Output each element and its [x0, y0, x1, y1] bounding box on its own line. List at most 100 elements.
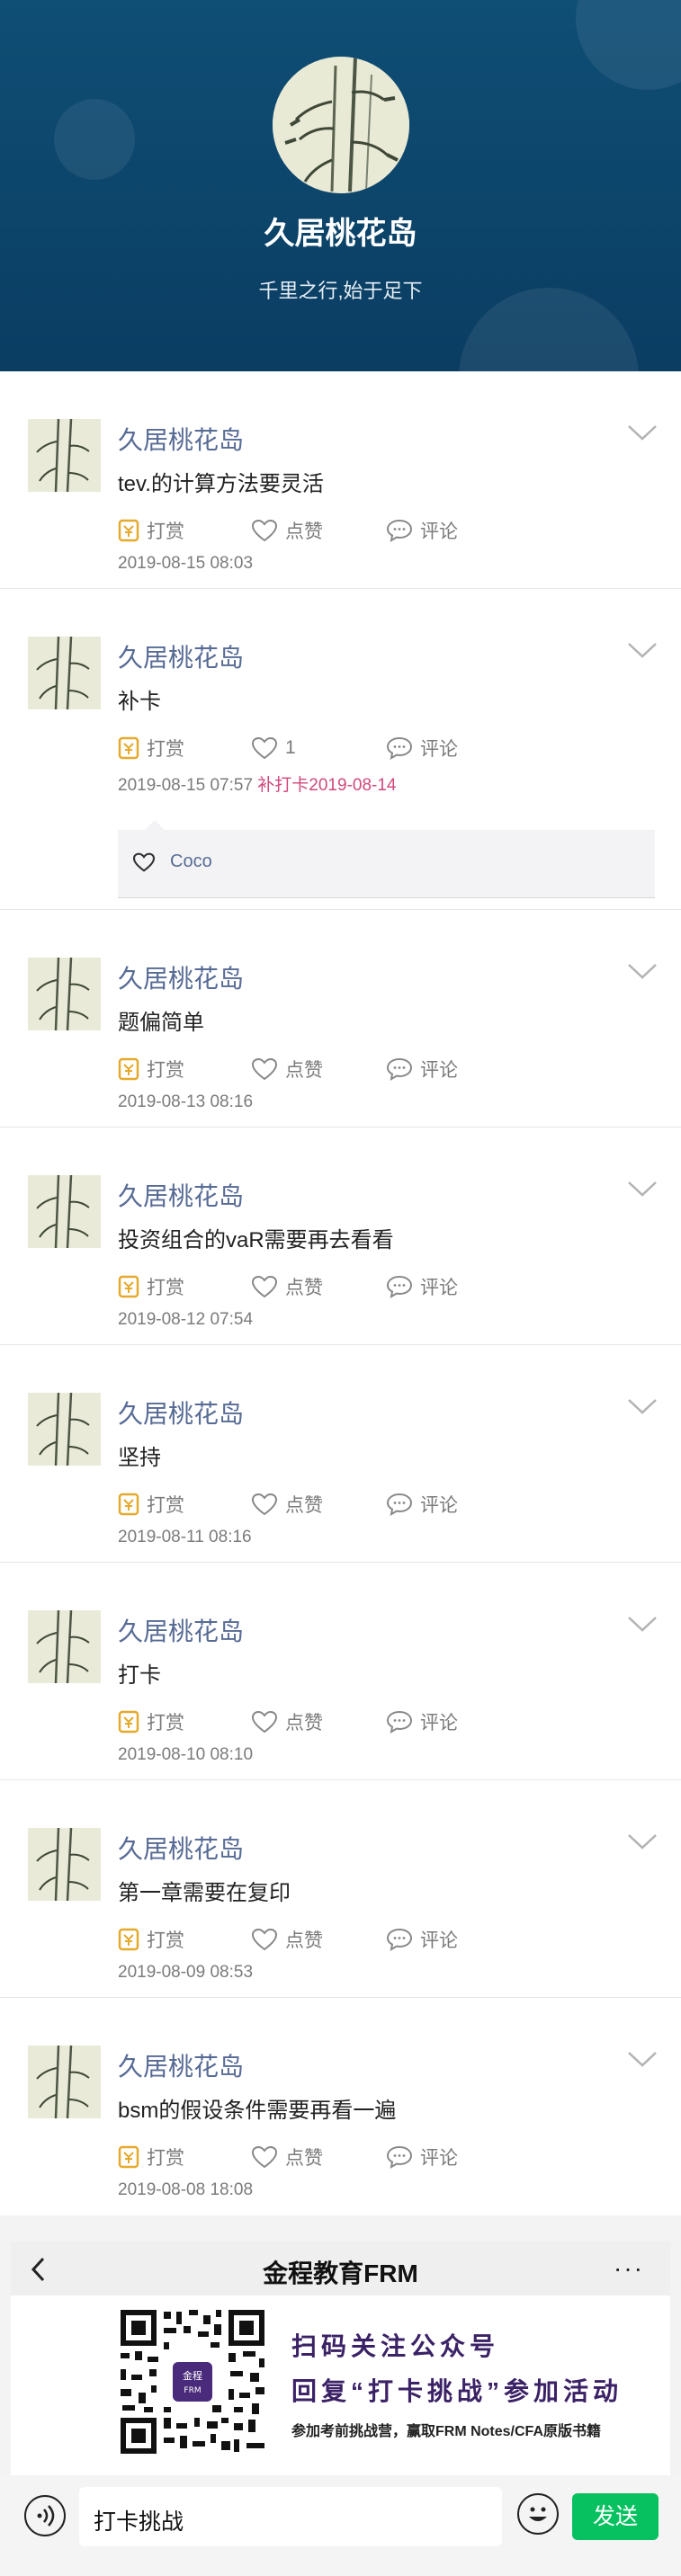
- promo-text: 扫码关注公众号 回复“打卡挑战”参加活动 参加考前挑战营，赢取FRM Notes…: [291, 2327, 669, 2440]
- post-time: 2019-08-11 08:16: [118, 1528, 252, 1547]
- message-input[interactable]: 打卡挑战: [79, 2487, 502, 2546]
- post-time: 2019-08-15 07:57 补打卡2019-08-14: [118, 771, 397, 796]
- reward-button[interactable]: 打赏: [118, 2144, 184, 2170]
- like-button[interactable]: 点赞: [251, 1273, 323, 1300]
- reward-icon: [118, 1493, 139, 1516]
- chevron-down-icon[interactable]: [627, 962, 658, 980]
- post-author[interactable]: 久居桃花岛: [118, 638, 244, 674]
- post-actions: 打赏 点赞 评论: [118, 1056, 586, 1083]
- chevron-down-icon[interactable]: [627, 2050, 658, 2068]
- post-author[interactable]: 久居桃花岛: [118, 1612, 244, 1648]
- post-timestamp: 2019-08-10 08:10: [118, 1745, 254, 1764]
- comment-button[interactable]: 评论: [386, 1056, 458, 1083]
- comment-icon: [386, 1057, 413, 1081]
- post-author[interactable]: 久居桃花岛: [118, 1830, 244, 1866]
- post-actions: 打赏 点赞 评论: [118, 1273, 586, 1300]
- post-author[interactable]: 久居桃花岛: [118, 959, 244, 995]
- reward-button[interactable]: 打赏: [118, 1708, 184, 1735]
- reward-button[interactable]: 打赏: [118, 1056, 184, 1083]
- post-author[interactable]: 久居桃花岛: [118, 421, 244, 457]
- profile-header: 久居桃花岛 千里之行,始于足下: [0, 0, 681, 371]
- heart-icon: [251, 1493, 278, 1516]
- like-count: 1: [285, 737, 296, 758]
- post-actions: 打赏 点赞 评论: [118, 1491, 586, 1518]
- post-time: 2019-08-13 08:16: [118, 1092, 253, 1112]
- heart-icon: [251, 1275, 278, 1298]
- post-avatar[interactable]: [28, 637, 101, 709]
- post-time: 2019-08-09 08:53: [118, 1963, 253, 1983]
- reward-label: 打赏: [147, 1930, 184, 1951]
- like-button[interactable]: 点赞: [251, 1926, 323, 1953]
- emoji-icon[interactable]: [517, 2493, 559, 2535]
- reward-button[interactable]: 打赏: [118, 1273, 184, 1300]
- chevron-down-icon[interactable]: [627, 423, 658, 441]
- profile-motto: 千里之行,始于足下: [258, 280, 423, 302]
- like-label: 点赞: [285, 1495, 323, 1516]
- likes-panel: Coco: [118, 820, 655, 898]
- heart-icon: [251, 2145, 278, 2169]
- post-avatar[interactable]: [28, 958, 101, 1030]
- post-time: 2019-08-12 07:54: [118, 1310, 253, 1330]
- comment-button[interactable]: 评论: [386, 2144, 458, 2170]
- post-avatar[interactable]: [28, 1393, 101, 1466]
- svg-text:金程: 金程: [183, 2369, 202, 2382]
- like-button[interactable]: 点赞: [251, 1056, 323, 1083]
- like-label: 点赞: [285, 1278, 323, 1298]
- post-avatar[interactable]: [28, 1175, 101, 1248]
- reward-label: 打赏: [147, 521, 184, 542]
- mini-nav-bar: 金程教育FRM ···: [11, 2242, 670, 2295]
- profile-name: 久居桃花岛: [264, 217, 417, 251]
- comment-button[interactable]: 评论: [386, 1273, 458, 1300]
- post-avatar[interactable]: [28, 2046, 101, 2118]
- like-label: 点赞: [285, 1713, 323, 1734]
- comment-label: 评论: [420, 2148, 458, 2169]
- liker-name[interactable]: Coco: [170, 851, 212, 872]
- chevron-down-icon[interactable]: [627, 641, 658, 659]
- like-button[interactable]: 点赞: [251, 1491, 323, 1518]
- post-avatar[interactable]: [28, 1610, 101, 1683]
- profile-avatar[interactable]: [273, 57, 409, 193]
- qr-code: 金程 FRM: [117, 2306, 268, 2457]
- comment-button[interactable]: 评论: [386, 1491, 458, 1518]
- promo-line-3: 参加考前挑战营，赢取FRM Notes/CFA原版书籍: [291, 2424, 602, 2439]
- post-actions: 打赏 点赞 评论: [118, 517, 586, 544]
- liker-list: Coco: [132, 851, 212, 872]
- post-avatar[interactable]: [28, 1828, 101, 1901]
- reward-button[interactable]: 打赏: [118, 1491, 184, 1518]
- makeup-checkin-tag: 补打卡2019-08-14: [257, 776, 397, 795]
- chevron-down-icon[interactable]: [627, 1180, 658, 1198]
- comment-button[interactable]: 评论: [386, 1708, 458, 1735]
- post-timestamp: 2019-08-11 08:16: [118, 1528, 252, 1546]
- comment-icon: [386, 1710, 413, 1734]
- reward-button[interactable]: 打赏: [118, 735, 184, 762]
- more-icon[interactable]: ···: [614, 2254, 644, 2283]
- post-avatar[interactable]: [28, 419, 101, 492]
- post-text: 题偏简单: [118, 1011, 204, 1035]
- message-input-value: 打卡挑战: [94, 2509, 184, 2535]
- like-button[interactable]: 点赞: [251, 1708, 323, 1735]
- post-timestamp: 2019-08-12 07:54: [118, 1310, 254, 1329]
- reward-icon: [118, 1710, 139, 1734]
- voice-icon[interactable]: [24, 2495, 66, 2536]
- post-time: 2019-08-08 18:08: [118, 2180, 253, 2200]
- like-button[interactable]: 1: [251, 735, 296, 762]
- comment-button[interactable]: 评论: [386, 517, 458, 544]
- checkin-feed: 久居桃花岛 tev.的计算方法要灵活 打赏 点赞 评论 2019-08-15 0…: [0, 371, 681, 2215]
- like-button[interactable]: 点赞: [251, 2144, 323, 2170]
- reward-icon: [118, 2145, 139, 2169]
- post-author[interactable]: 久居桃花岛: [118, 1177, 244, 1213]
- reward-button[interactable]: 打赏: [118, 1926, 184, 1953]
- feed-post: 久居桃花岛 bsm的假设条件需要再看一遍 打赏 点赞 评论 2019-08-08…: [0, 1998, 681, 2215]
- post-author[interactable]: 久居桃花岛: [118, 2047, 244, 2083]
- chevron-down-icon[interactable]: [627, 1397, 658, 1415]
- send-button[interactable]: 发送: [572, 2493, 659, 2540]
- comment-button[interactable]: 评论: [386, 735, 458, 762]
- reward-button[interactable]: 打赏: [118, 517, 184, 544]
- chevron-down-icon[interactable]: [627, 1615, 658, 1633]
- reward-icon: [118, 519, 139, 542]
- comment-button[interactable]: 评论: [386, 1926, 458, 1953]
- like-button[interactable]: 点赞: [251, 517, 323, 544]
- chevron-down-icon[interactable]: [627, 1832, 658, 1850]
- post-author[interactable]: 久居桃花岛: [118, 1395, 244, 1431]
- like-label: 点赞: [285, 2148, 323, 2169]
